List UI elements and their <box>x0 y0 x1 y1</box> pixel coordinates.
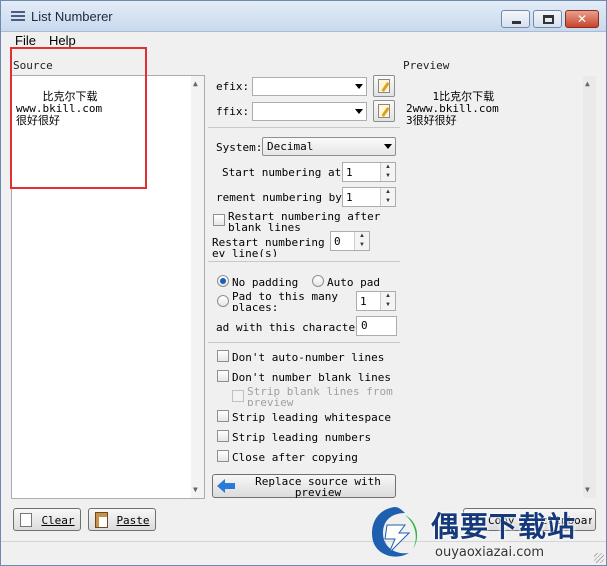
clear-icon <box>20 513 32 527</box>
restart-blank-label: Restart numbering after blank lines <box>228 211 381 231</box>
chevron-down-icon <box>355 109 363 114</box>
chevron-down-icon <box>384 144 392 149</box>
spin-down-icon[interactable]: ▼ <box>381 301 395 310</box>
close-button[interactable]: ✕ <box>565 10 599 28</box>
restart-blank-checkbox[interactable] <box>213 214 225 226</box>
edit-icon <box>378 104 390 118</box>
arrow-left-icon <box>217 479 235 493</box>
close-copy-checkbox[interactable] <box>217 450 229 462</box>
window-title: List Numberer <box>31 9 113 24</box>
spin-down-icon[interactable]: ▼ <box>355 241 369 250</box>
paste-label: Paste <box>116 514 150 527</box>
strip-blank-checkbox[interactable] <box>232 390 244 402</box>
title-bar[interactable]: List Numberer ✕ <box>1 1 606 32</box>
increment-value: 1 <box>346 191 353 204</box>
close-copy-label: Close after copying <box>232 451 358 464</box>
paste-icon <box>95 512 108 528</box>
minimize-button[interactable] <box>501 10 530 28</box>
restart-every-stepper[interactable]: 0 ▲ ▼ <box>330 231 370 251</box>
strip-ws-checkbox[interactable] <box>217 410 229 422</box>
scroll-up-icon[interactable]: ▲ <box>585 78 590 90</box>
scroll-down-icon[interactable]: ▼ <box>585 484 590 496</box>
replace-source-label: Replace source with preview <box>255 476 381 498</box>
dont-auto-checkbox[interactable] <box>217 350 229 362</box>
list-app-icon <box>11 11 25 23</box>
chevron-down-icon <box>355 84 363 89</box>
restart-every-value: 0 <box>334 235 341 248</box>
dont-auto-label: Don't auto-number lines <box>232 351 385 364</box>
edit-icon <box>378 79 390 93</box>
dont-blank-label: Don't number blank lines <box>232 371 391 384</box>
clear-button[interactable]: Clear <box>13 508 81 531</box>
pad-char-value: 0 <box>361 319 368 332</box>
menu-bar: File Help <box>1 32 606 50</box>
preview-scrollbar[interactable]: ▲ ▼ <box>583 76 596 498</box>
divider <box>208 261 400 262</box>
suffix-combo[interactable] <box>252 102 367 121</box>
no-padding-radio[interactable] <box>217 275 229 287</box>
clear-label: Clear <box>41 514 75 527</box>
source-text: 比克尔下载 www.bkill.com 很好很好 <box>16 90 103 127</box>
suffix-label: ffix: <box>216 105 250 118</box>
start-label: Start numbering at: <box>222 166 348 179</box>
pad-char-input[interactable]: 0 <box>356 316 397 336</box>
scroll-down-icon[interactable]: ▼ <box>193 484 198 496</box>
watermark: 偶要下载站 ouyaoxiazai.com <box>361 501 601 565</box>
system-select[interactable]: Decimal <box>262 137 396 156</box>
app-window: List Numberer ✕ File Help Source 比克尔下载 w… <box>0 0 607 566</box>
maximize-icon <box>543 15 554 24</box>
spin-up-icon[interactable]: ▲ <box>355 232 369 241</box>
watermark-cn: 偶要下载站 <box>431 510 577 543</box>
suffix-edit-button[interactable] <box>373 100 395 122</box>
spin-up-icon[interactable]: ▲ <box>381 292 395 301</box>
start-value: 1 <box>346 166 353 179</box>
increment-label: rement numbering by: <box>216 191 349 204</box>
menu-file[interactable]: File <box>15 33 36 48</box>
spin-down-icon[interactable]: ▼ <box>381 172 395 181</box>
strip-num-checkbox[interactable] <box>217 430 229 442</box>
system-value: Decimal <box>267 140 314 153</box>
strip-num-label: Strip leading numbers <box>232 431 372 444</box>
prefix-combo[interactable] <box>252 77 367 96</box>
strip-ws-label: Strip leading whitespace <box>232 411 391 424</box>
restart-every-label: Restart numbering ev line(s) <box>212 237 325 257</box>
paste-button[interactable]: Paste <box>88 508 156 531</box>
source-textarea[interactable]: 比克尔下载 www.bkill.com 很好很好 ▲ ▼ <box>11 75 205 499</box>
preview-textarea[interactable]: 1比克尔下载 2www.bkill.com 3很好很好 ▲ ▼ <box>401 75 597 499</box>
divider <box>208 342 400 343</box>
pad-many-radio[interactable] <box>217 295 229 307</box>
spin-down-icon[interactable]: ▼ <box>381 197 395 206</box>
minimize-icon <box>512 21 521 24</box>
menu-help[interactable]: Help <box>49 33 76 48</box>
no-padding-label: No padding <box>232 276 299 289</box>
source-label: Source <box>13 59 53 72</box>
divider <box>208 127 400 128</box>
close-icon: ✕ <box>576 12 588 26</box>
start-stepper[interactable]: 1 ▲ ▼ <box>342 162 396 182</box>
strip-blank-label: Strip blank lines from preview <box>247 386 393 406</box>
maximize-button[interactable] <box>533 10 562 28</box>
preview-text: 1比克尔下载 2www.bkill.com 3很好很好 <box>406 90 499 127</box>
auto-pad-label: Auto pad <box>327 276 380 289</box>
dont-blank-checkbox[interactable] <box>217 370 229 382</box>
watermark-en: ouyaoxiazai.com <box>435 545 544 560</box>
pad-many-stepper[interactable]: 1 ▲ ▼ <box>356 291 396 311</box>
prefix-edit-button[interactable] <box>373 75 395 97</box>
pad-char-label: ad with this character: <box>216 321 369 334</box>
replace-source-button[interactable]: Replace source with preview <box>212 474 396 498</box>
system-label: System: <box>216 141 263 154</box>
preview-label: Preview <box>403 59 450 72</box>
auto-pad-radio[interactable] <box>312 275 324 287</box>
spin-up-icon[interactable]: ▲ <box>381 163 395 172</box>
scroll-up-icon[interactable]: ▲ <box>193 78 198 90</box>
prefix-label: efix: <box>216 80 250 93</box>
pad-many-label: Pad to this many places: <box>232 291 338 311</box>
watermark-logo-icon <box>371 507 418 557</box>
pad-many-value: 1 <box>360 295 367 308</box>
source-scrollbar[interactable]: ▲ ▼ <box>191 76 204 498</box>
increment-stepper[interactable]: 1 ▲ ▼ <box>342 187 396 207</box>
spin-up-icon[interactable]: ▲ <box>381 188 395 197</box>
